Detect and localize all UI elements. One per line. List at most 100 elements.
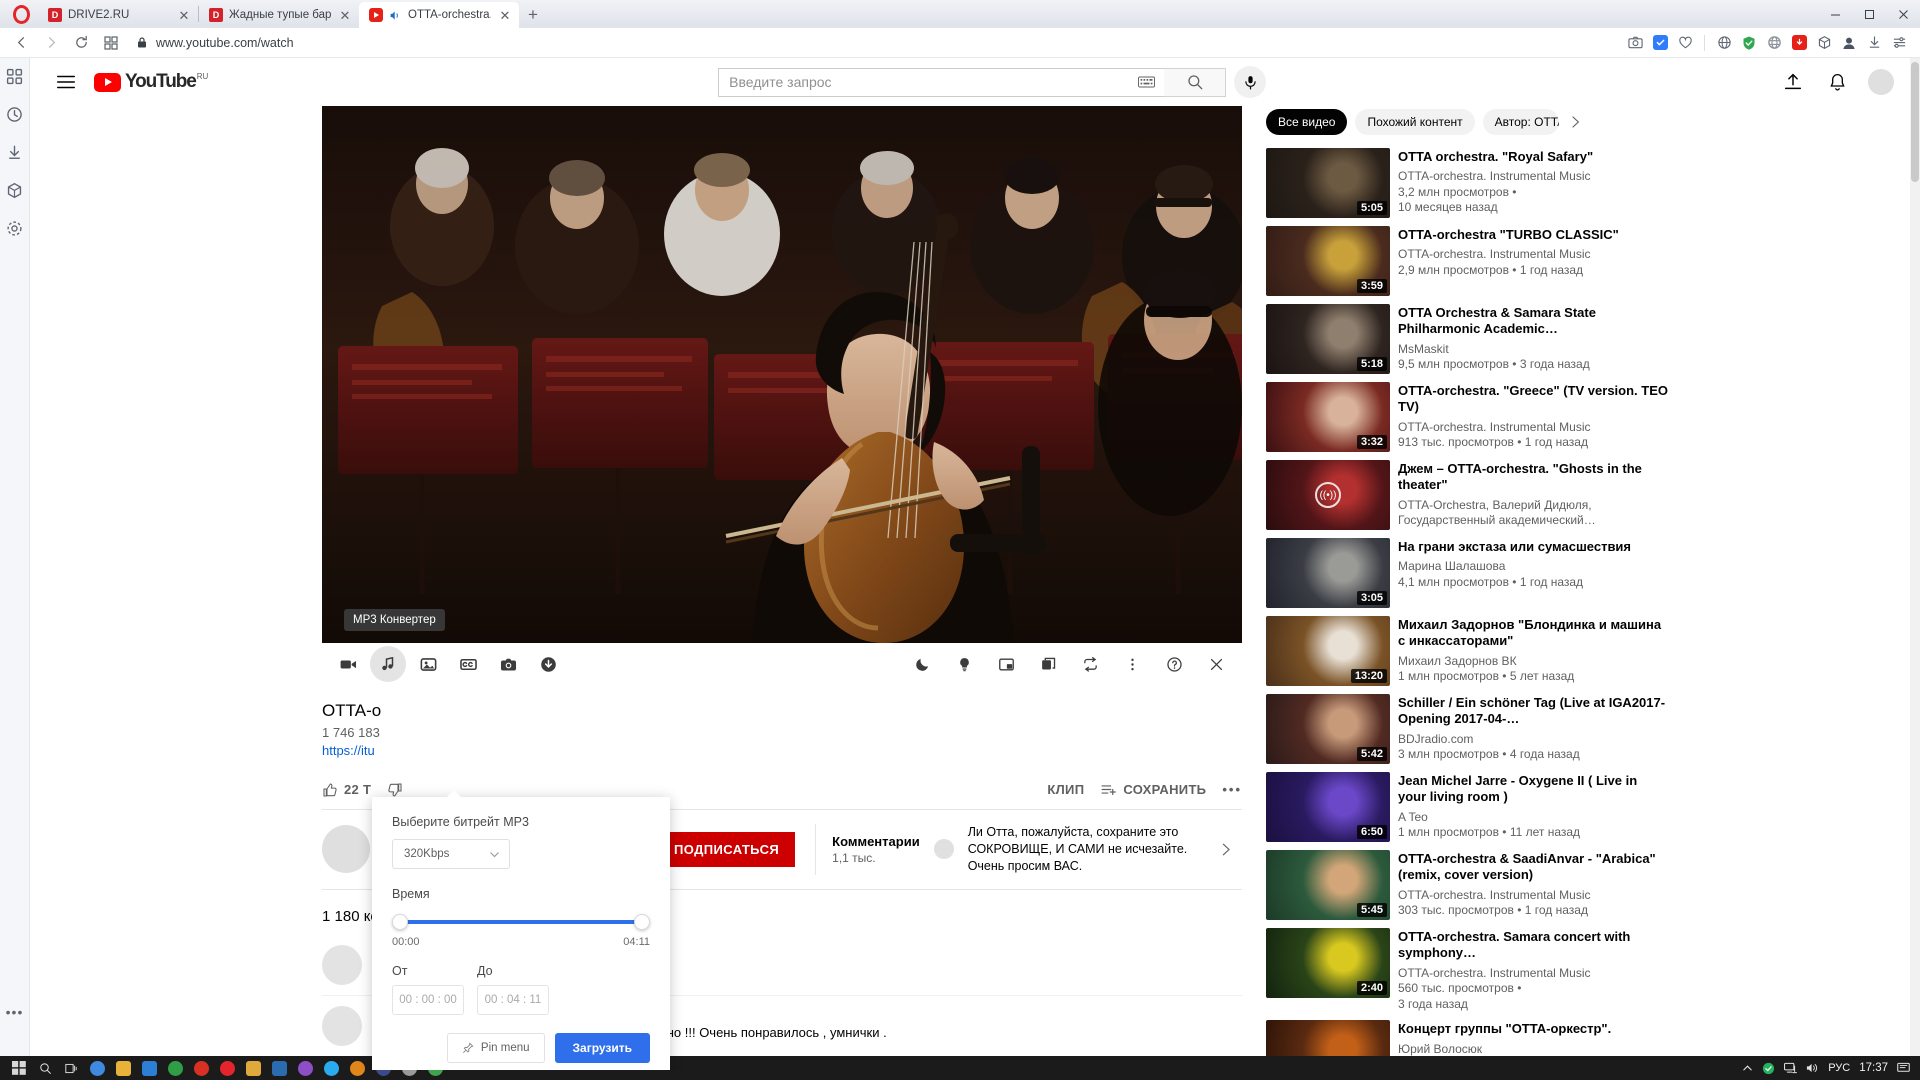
cube-icon[interactable] xyxy=(6,182,24,200)
opera-icon[interactable] xyxy=(214,1056,240,1080)
download-circle-icon[interactable] xyxy=(530,646,566,682)
video-thumbnail[interactable]: ((•)) xyxy=(1266,460,1390,530)
globe-icon[interactable] xyxy=(1713,32,1735,54)
easy-setup-icon[interactable] xyxy=(1888,32,1910,54)
clip-button[interactable]: клип xyxy=(1047,782,1084,797)
lightbulb-icon[interactable] xyxy=(946,646,982,682)
search-button[interactable] xyxy=(1164,67,1227,97)
network-icon[interactable] xyxy=(1784,1062,1798,1074)
video-thumbnail[interactable]: 6:50 xyxy=(1266,772,1390,842)
lock-icon[interactable] xyxy=(136,36,148,49)
chip-similar-content[interactable]: Похожий контент xyxy=(1355,109,1475,135)
bitrate-select[interactable]: 320Kbps xyxy=(392,839,510,869)
keyboard-icon[interactable] xyxy=(1134,71,1158,93)
orange-app-icon[interactable] xyxy=(344,1056,370,1080)
cube-icon[interactable] xyxy=(1813,32,1835,54)
folder-icon[interactable] xyxy=(240,1056,266,1080)
back-arrow-icon[interactable] xyxy=(6,30,36,56)
volume-icon[interactable] xyxy=(1806,1062,1819,1074)
browser-tab-2[interactable]: D Жадные тупые барыги с а ✕ xyxy=(199,2,359,28)
tab-close-icon[interactable]: ✕ xyxy=(337,7,353,23)
browser-tab-3[interactable]: OTTA-orchestra. "Ghost ✕ xyxy=(359,2,519,28)
time-range-slider[interactable] xyxy=(392,913,650,931)
language-indicator[interactable]: РУС xyxy=(1828,1062,1850,1074)
video-download-icon[interactable] xyxy=(1788,32,1810,54)
related-video-item[interactable]: 13:20 Михаил Задорнов "Блондинка и машина… xyxy=(1266,616,1668,686)
notification-center-icon[interactable] xyxy=(1897,1062,1910,1074)
subscribe-button[interactable]: ПОДПИСАТЬСЯ xyxy=(658,831,796,867)
description-link[interactable]: https://itu xyxy=(322,743,1242,758)
show-hidden-icons-icon[interactable] xyxy=(1742,1063,1753,1074)
video-thumbnail[interactable]: 3:32 xyxy=(1266,382,1390,452)
related-video-item[interactable]: 6:50 Jean Michel Jarre - Oxygene II ( Liv… xyxy=(1266,772,1668,842)
video-thumbnail[interactable]: 13:20 xyxy=(1266,616,1390,686)
like-button[interactable]: 22 т xyxy=(322,782,371,798)
downloads-arrow-icon[interactable] xyxy=(6,144,24,162)
cortana-icon[interactable] xyxy=(84,1056,110,1080)
related-video-item[interactable]: 3:05 На грани экстаза или сумасшествия Мар… xyxy=(1266,538,1668,608)
save-button[interactable]: Сохранить xyxy=(1100,781,1206,798)
video-download-icon[interactable] xyxy=(330,646,366,682)
related-video-item[interactable]: 3:59 OTTA-orchestra "TURBO CLASSIC" OTTA-o… xyxy=(1266,226,1668,296)
new-tab-button[interactable]: + xyxy=(519,2,547,28)
related-video-item[interactable]: 2:40 OTTA-orchestra. Samara concert with … xyxy=(1266,928,1668,1012)
screenshot-icon[interactable] xyxy=(1624,32,1646,54)
slider-handle-end[interactable] xyxy=(634,914,650,930)
address-bar[interactable]: www.youtube.com/watch xyxy=(126,31,1624,55)
image-download-icon[interactable] xyxy=(410,646,446,682)
store-icon[interactable] xyxy=(136,1056,162,1080)
vpn-check-icon[interactable] xyxy=(1738,32,1760,54)
system-clock[interactable]: 17:37 xyxy=(1859,1062,1888,1074)
apps-grid-icon[interactable] xyxy=(6,68,24,86)
youtube-logo[interactable]: YouTube RU xyxy=(94,71,208,93)
to-input[interactable]: 00 : 04 : 11 xyxy=(477,985,549,1015)
heart-icon[interactable] xyxy=(1674,32,1696,54)
video-thumbnail[interactable]: 3:59 xyxy=(1266,226,1390,296)
reload-icon[interactable] xyxy=(66,30,96,56)
related-video-item[interactable]: ((•)) Джем – OTTA-orchestra. "Ghosts in t… xyxy=(1266,460,1668,530)
security-shield-icon[interactable] xyxy=(1762,1062,1775,1075)
sidebar-overflow-button[interactable]: ••• xyxy=(6,1004,24,1020)
chip-author[interactable]: Автор: OTTA xyxy=(1482,109,1559,135)
video-thumbnail[interactable]: 2:40 xyxy=(1266,928,1390,998)
download-button[interactable]: Загрузить xyxy=(554,1033,650,1063)
chevron-right-icon[interactable] xyxy=(1567,114,1583,130)
dark-mode-moon-icon[interactable] xyxy=(904,646,940,682)
task-view-icon[interactable] xyxy=(58,1056,84,1080)
slider-handle-start[interactable] xyxy=(392,914,408,930)
downloads-icon[interactable] xyxy=(1863,32,1885,54)
telegram-icon[interactable] xyxy=(318,1056,344,1080)
avatar[interactable] xyxy=(322,1005,362,1046)
related-video-item[interactable]: 5:05 OTTA orchestra. "Royal Safary" OTTA-o… xyxy=(1266,148,1668,218)
chip-all-videos[interactable]: Все видео xyxy=(1266,109,1348,135)
media-player-icon[interactable] xyxy=(292,1056,318,1080)
page-scrollbar[interactable] xyxy=(1910,58,1920,1080)
search-box[interactable] xyxy=(718,67,1227,97)
related-video-item[interactable]: 5:42 Schiller / Ein schöner Tag (Live at … xyxy=(1266,694,1668,764)
search-icon[interactable] xyxy=(32,1056,58,1080)
related-video-item[interactable]: 5:18 OTTA Orchestra & Samara State Philha… xyxy=(1266,304,1668,374)
windows-copy-icon[interactable] xyxy=(1030,646,1066,682)
avatar[interactable] xyxy=(322,944,362,985)
profile-icon[interactable] xyxy=(1838,32,1860,54)
minimize-button[interactable] xyxy=(1818,0,1852,28)
help-question-icon[interactable] xyxy=(1156,646,1192,682)
tab-close-icon[interactable]: ✕ xyxy=(497,7,513,23)
voice-search-button[interactable] xyxy=(1234,66,1267,98)
from-input[interactable]: 00 : 00 : 00 xyxy=(392,985,464,1015)
video-thumbnail[interactable]: 5:05 xyxy=(1266,148,1390,218)
history-clock-icon[interactable] xyxy=(6,106,24,124)
video-thumbnail[interactable]: 3:05 xyxy=(1266,538,1390,608)
yandex-icon[interactable] xyxy=(188,1056,214,1080)
channel-avatar[interactable] xyxy=(322,825,370,874)
forward-arrow-icon[interactable] xyxy=(36,30,66,56)
tile-view-icon[interactable] xyxy=(96,30,126,56)
pin-menu-button[interactable]: Pin menu xyxy=(446,1033,545,1063)
mp3-converter-dialog[interactable]: Выберите битрейт MP3 320Kbps Время 00:00… xyxy=(372,790,670,1070)
hamburger-menu-icon[interactable] xyxy=(46,62,86,102)
maximize-button[interactable] xyxy=(1852,0,1886,28)
video-player[interactable]: MP3 Конвертер xyxy=(322,106,1242,643)
picture-in-picture-icon[interactable] xyxy=(988,646,1024,682)
settings-gear-icon[interactable] xyxy=(6,220,24,238)
video-thumbnail[interactable]: 5:42 xyxy=(1266,694,1390,764)
